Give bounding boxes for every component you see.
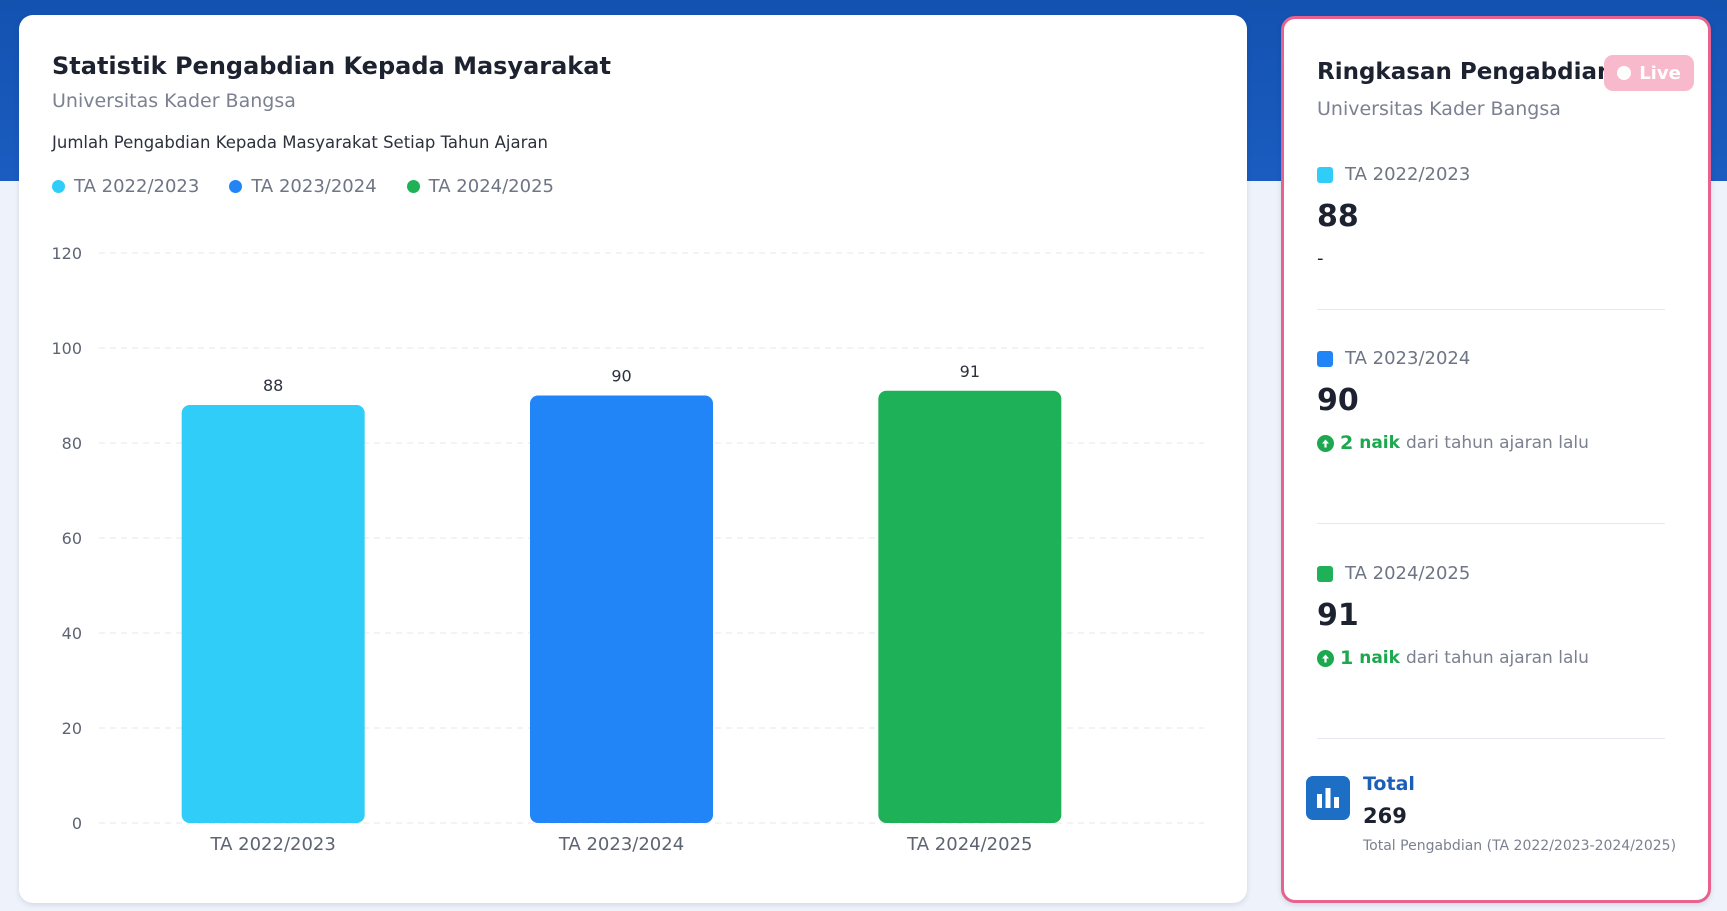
summary-card: Ringkasan Pengabdian Live Universitas Ka… <box>1281 16 1711 903</box>
change-amount: 2 <box>1340 432 1354 454</box>
summary-item-label: TA 2023/2024 <box>1345 348 1471 369</box>
live-badge: Live <box>1604 55 1694 91</box>
summary-item-header: TA 2024/2025 <box>1317 563 1667 584</box>
x-tick-label: TA 2022/2023 <box>210 834 336 855</box>
summary-item-label: TA 2024/2025 <box>1345 563 1471 584</box>
summary-item: TA 2023/2024 90 2 naik dari tahun ajaran… <box>1317 348 1667 454</box>
bar <box>181 405 365 823</box>
y-tick-label: 60 <box>62 529 82 548</box>
summary-item-value: 90 <box>1317 383 1359 418</box>
x-tick-label: TA 2023/2024 <box>558 834 684 855</box>
bar-chart: 0 20 40 60 80 100 120 88 TA 2022/2023 90 TA 2023/2… <box>51 244 1204 855</box>
divider <box>1317 309 1665 310</box>
change-amount: 1 <box>1340 647 1354 669</box>
summary-item: TA 2022/2023 88 - <box>1317 164 1667 269</box>
color-square-icon <box>1317 565 1333 582</box>
live-badge-label: Live <box>1639 62 1681 84</box>
y-tick-label: 120 <box>51 244 82 263</box>
summary-item-value: 88 <box>1317 199 1359 234</box>
summary-item-change: 1 naik dari tahun ajaran lalu <box>1317 647 1667 669</box>
x-tick-label: TA 2024/2025 <box>906 834 1032 855</box>
bar-chart-icon <box>1306 776 1350 820</box>
bar <box>878 390 1062 823</box>
summary-subtitle: Universitas Kader Bangsa <box>1317 98 1561 120</box>
summary-item-header: TA 2022/2023 <box>1317 164 1667 185</box>
total-label: Total <box>1363 773 1415 795</box>
summary-item-header: TA 2023/2024 <box>1317 348 1667 369</box>
arrow-up-circle-icon <box>1317 434 1334 452</box>
total-value: 269 <box>1363 804 1407 828</box>
summary-title: Ringkasan Pengabdian <box>1317 59 1614 85</box>
divider <box>1317 523 1665 524</box>
summary-item-label: TA 2022/2023 <box>1345 164 1471 185</box>
bar <box>530 395 713 823</box>
summary-item-change: 2 naik dari tahun ajaran lalu <box>1317 432 1667 454</box>
y-tick-label: 100 <box>51 339 82 358</box>
color-square-icon <box>1317 166 1333 183</box>
total-note: Total Pengabdian (TA 2022/2023-2024/2025… <box>1363 838 1677 854</box>
no-change-text: - <box>1317 248 1324 269</box>
change-text: dari tahun ajaran lalu <box>1405 648 1589 668</box>
y-tick-label: 40 <box>62 624 82 643</box>
chart-card: Statistik Pengabdian Kepada Masyarakat U… <box>19 15 1247 903</box>
color-square-icon <box>1317 350 1333 367</box>
y-tick-label: 20 <box>62 719 82 738</box>
summary-item-value: 91 <box>1317 598 1359 633</box>
data-label: 90 <box>611 367 631 386</box>
arrow-up-circle-icon <box>1317 649 1334 667</box>
y-tick-label: 0 <box>72 814 82 833</box>
data-label: 91 <box>960 362 980 381</box>
change-text: dari tahun ajaran lalu <box>1405 433 1589 453</box>
live-dot-icon <box>1617 66 1632 80</box>
summary-item-change: - <box>1317 248 1667 269</box>
change-word: naik <box>1359 648 1400 668</box>
divider <box>1317 738 1665 739</box>
data-label: 88 <box>263 376 283 395</box>
change-word: naik <box>1359 433 1400 453</box>
summary-item: TA 2024/2025 91 1 naik dari tahun ajaran… <box>1317 563 1667 669</box>
y-tick-label: 80 <box>62 434 82 453</box>
